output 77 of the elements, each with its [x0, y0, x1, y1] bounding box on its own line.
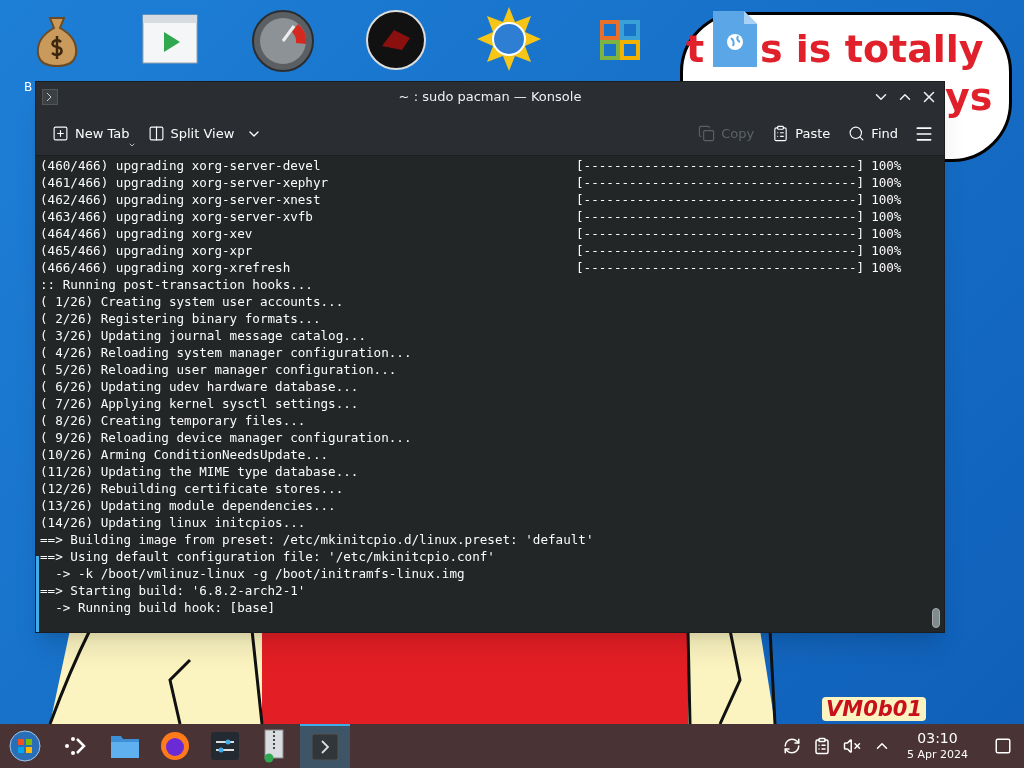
- terminal-line: ==> Using default configuration file: '/etc/mkinitcpio.conf': [40, 548, 495, 565]
- columns-icon: [147, 125, 165, 142]
- terminal-line: -> Running build hook: [base]: [54, 599, 276, 616]
- archive-icon: [263, 729, 287, 763]
- clock-date[interactable]: 5 Apr 2024: [907, 747, 968, 762]
- terminal-line: ( 9/26) Reloading device manager configuration...: [40, 429, 412, 446]
- progress-bar-text: [------------------------------------]: [576, 191, 865, 208]
- terminal-line: ( 8/26) Creating temporary files...: [40, 412, 306, 429]
- percent-text: 100%: [871, 157, 902, 174]
- find-button[interactable]: Find: [842, 118, 904, 149]
- show-desktop-button[interactable]: [994, 737, 1012, 755]
- terminal-line: ( 1/26) Creating system user accounts...: [40, 293, 344, 310]
- terminal-icon: [311, 733, 339, 761]
- muted-speaker-icon[interactable]: [843, 737, 861, 755]
- terminal-line: (465/466) upgrading xorg-xpr: [40, 242, 254, 259]
- search-icon: [848, 125, 866, 142]
- progress-bar-text: [------------------------------------]: [576, 259, 865, 276]
- terminal-line: ( 2/26) Registering binary formats...: [40, 310, 321, 327]
- terminal-line: (462/466) upgrading xorg-server-xnest: [40, 191, 322, 208]
- terminal-line: (460/466) upgrading xorg-server-devel: [40, 157, 322, 174]
- percent-text: 100%: [871, 191, 902, 208]
- desktop-icon-label: B: [24, 79, 33, 96]
- web-file-icon[interactable]: [712, 10, 758, 68]
- progress-bar-text: [------------------------------------]: [576, 157, 865, 174]
- taskbar-item[interactable]: [300, 724, 350, 768]
- terminal-line: (466/466) upgrading xorg-xrefresh: [40, 259, 292, 276]
- percent-text: 100%: [871, 225, 902, 242]
- progress-bar-text: [------------------------------------]: [576, 225, 865, 242]
- terminal-line: :: Running post-transaction hooks...: [40, 276, 313, 293]
- clock-time[interactable]: 03:10: [917, 730, 958, 748]
- terminal-line: ( 6/26) Updating udev hardware database...: [40, 378, 359, 395]
- sun-globe-icon[interactable]: [476, 6, 542, 72]
- window-title: ~ : sudo pacman — Konsole: [398, 88, 582, 107]
- start-orb-icon: [9, 730, 41, 762]
- sliders-icon: [210, 731, 240, 761]
- terminal-line: ( 4/26) Reloading system manager configuration...: [40, 344, 412, 361]
- scrollbar-handle[interactable]: [932, 608, 940, 628]
- browser-icon: [160, 731, 190, 761]
- terminal-line: ( 7/26) Applying kernel sysctl settings...: [40, 395, 359, 412]
- bubble-text: ys: [945, 78, 993, 116]
- clipboard-icon: [772, 125, 790, 142]
- terminal-line: ==> Starting build: '6.8.2-arch2-1': [40, 582, 306, 599]
- percent-text: 100%: [871, 259, 902, 276]
- terminal-line: -> -k /boot/vmlinuz-linux -g /boot/initramfs-linux.img: [54, 565, 465, 582]
- terminal-line: (461/466) upgrading xorg-server-xephyr: [40, 174, 330, 191]
- progress-bar-text: [------------------------------------]: [576, 174, 865, 191]
- copy-icon: [698, 125, 716, 142]
- new-tab-button[interactable]: New Tab: [46, 118, 136, 149]
- terminal-line: ( 3/26) Updating journal message catalog...: [40, 327, 367, 344]
- office-logo-icon[interactable]: [600, 20, 640, 60]
- terminal-line: (11/26) Updating the MIME type database...: [40, 463, 359, 480]
- percent-text: 100%: [871, 242, 902, 259]
- update-icon[interactable]: [783, 737, 801, 755]
- terminal-line: (13/26) Updating module dependencies...: [40, 497, 336, 514]
- paste-button[interactable]: Paste: [766, 118, 837, 149]
- terminal-line: (10/26) Arming ConditionNeedsUpdate...: [40, 446, 329, 463]
- speedometer-icon[interactable]: [252, 10, 314, 72]
- video-player-icon[interactable]: [142, 14, 198, 64]
- folder-icon: [110, 733, 140, 759]
- terminal-app-icon: [42, 89, 58, 105]
- split-view-button[interactable]: Split View: [141, 118, 241, 149]
- corner-text: VM0b01: [822, 697, 927, 721]
- terminal-line: (463/466) upgrading xorg-server-xvfb: [40, 208, 314, 225]
- round-badge-icon[interactable]: [366, 10, 426, 70]
- terminal-line: (14/26) Updating linux initcpios...: [40, 514, 306, 531]
- percent-text: 100%: [871, 208, 902, 225]
- terminal-line: (12/26) Rebuilding certificate stores...: [40, 480, 344, 497]
- bubble-text: s is totally: [760, 30, 984, 68]
- clipboard-icon[interactable]: [813, 737, 831, 755]
- percent-text: 100%: [871, 174, 902, 191]
- terminal-line: ==> Building image from preset: /etc/mkinitcpio.d/linux.preset: 'default': [40, 531, 594, 548]
- progress-bar-text: [------------------------------------]: [576, 242, 865, 259]
- progress-bar-text: [------------------------------------]: [576, 208, 865, 225]
- bubble-text: t: [686, 30, 705, 68]
- terminal-line: (464/466) upgrading xorg-xev: [40, 225, 254, 242]
- terminal-line: ( 5/26) Reloading user manager configuration...: [40, 361, 397, 378]
- plus-square-icon: [52, 125, 69, 142]
